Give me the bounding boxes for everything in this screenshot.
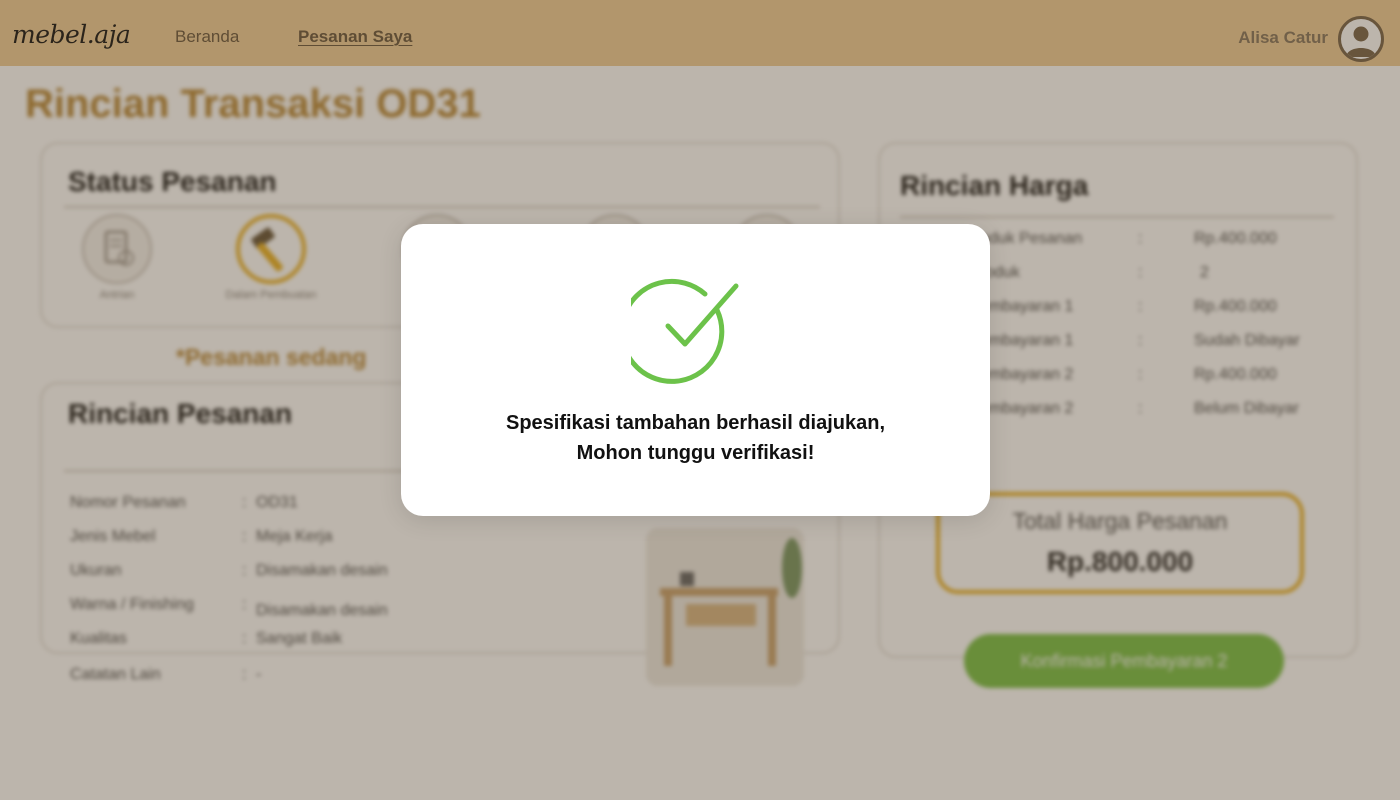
check-circle-icon <box>619 274 741 384</box>
success-modal: Spesifikasi tambahan berhasil diajukan, … <box>401 224 990 516</box>
success-message: Spesifikasi tambahan berhasil diajukan, … <box>401 408 990 468</box>
success-message-line2: Mohon tunggu verifikasi! <box>576 442 815 464</box>
success-message-line1: Spesifikasi tambahan berhasil diajukan, <box>505 412 886 434</box>
